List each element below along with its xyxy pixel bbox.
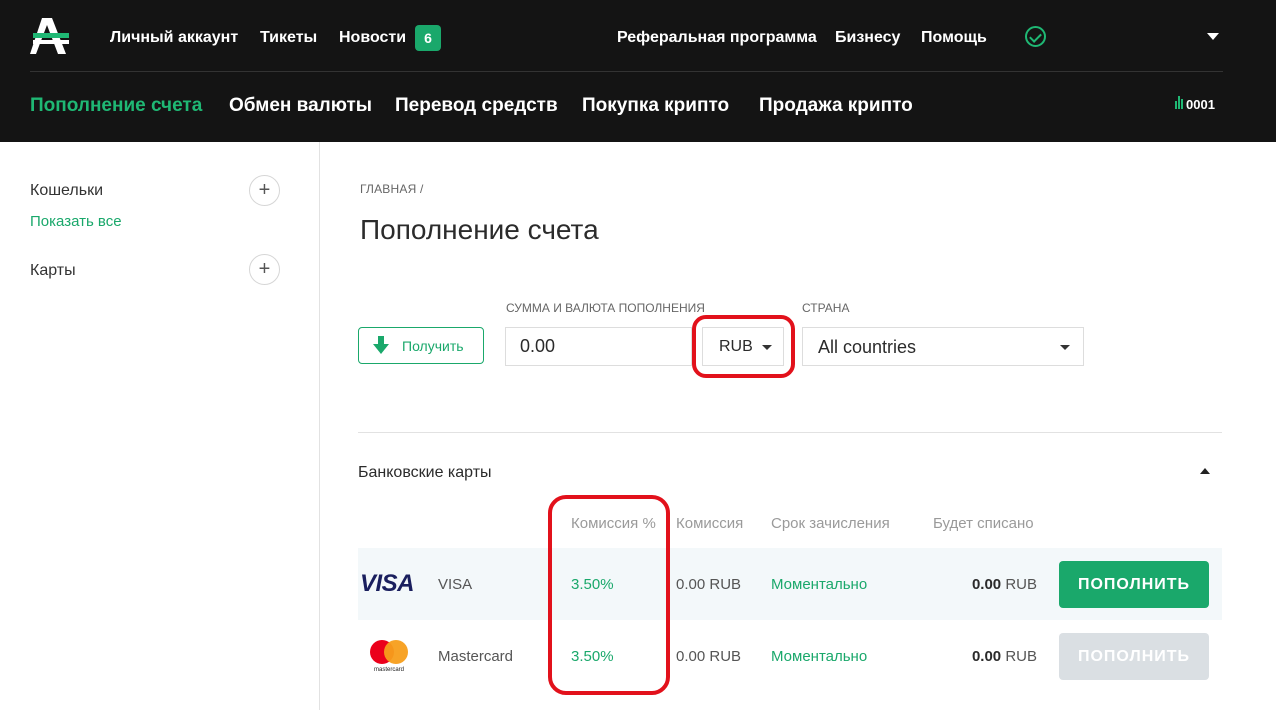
page-title: Пополнение счета	[360, 214, 599, 245]
fee-amount: 0.00 RUB	[676, 576, 742, 593]
nav-personal-account[interactable]: Личный аккаунт	[110, 29, 238, 47]
fee-amount: 0.00 RUB	[676, 648, 742, 665]
method-name: Mastercard	[438, 648, 514, 665]
table-row: mastercard Mastercard 3.50% 0.00 RUB Мом…	[358, 620, 1222, 693]
top-up-button[interactable]: ПОПОЛНИТЬ	[1059, 561, 1209, 608]
nav-business[interactable]: Бизнесу	[835, 29, 900, 47]
col-header-settlement-time: Срок зачисления	[771, 515, 890, 532]
settlement-time: Моментально	[771, 648, 868, 665]
debit-value: 0.00	[971, 576, 1002, 593]
col-header-fee: Комиссия	[676, 515, 744, 532]
mastercard-wordmark: mastercard	[374, 667, 404, 673]
debit-amount: 0.00 RUB	[972, 648, 1037, 665]
nav-help[interactable]: Помощь	[921, 29, 987, 47]
highlight-annotation-currency	[692, 315, 795, 378]
section-title-bank-cards: Банковские карты	[358, 464, 492, 481]
receive-button[interactable]: Получить	[358, 327, 484, 364]
nav-tickets[interactable]: Тикеты	[260, 29, 317, 47]
nav-referral[interactable]: Реферальная программа	[617, 29, 817, 47]
add-card-button[interactable]: +	[249, 254, 280, 285]
advcash-logo-icon[interactable]	[30, 18, 72, 54]
arrow-down-icon	[373, 336, 389, 354]
breadcrumb[interactable]: ГЛАВНАЯ /	[360, 182, 424, 196]
highlight-annotation-fee-percent	[548, 495, 670, 695]
debit-currency: RUB	[1005, 576, 1037, 593]
mastercard-logo: mastercard	[370, 640, 408, 673]
sidebar-wallets-label: Кошельки	[30, 182, 104, 199]
settlement-time: Моментально	[771, 576, 868, 593]
debit-currency: RUB	[1005, 648, 1037, 665]
sidebar-cards-label: Карты	[30, 262, 76, 279]
chevron-down-icon	[1060, 345, 1070, 350]
top-up-button-disabled[interactable]: ПОПОЛНИТЬ	[1059, 633, 1209, 680]
country-label: СТРАНА	[802, 301, 850, 315]
method-name: VISA	[438, 576, 473, 593]
user-menu-chevron-down-icon[interactable]	[1207, 33, 1219, 40]
verified-check-icon	[1025, 26, 1046, 47]
tab-top-up[interactable]: Пополнение счета	[30, 95, 202, 117]
header-divider	[30, 71, 1223, 72]
nav-news[interactable]: Новости	[339, 29, 406, 47]
show-all-wallets-link[interactable]: Показать все	[30, 213, 122, 230]
debit-amount: 0.00 RUB	[972, 576, 1037, 593]
account-indicator[interactable]: 0001	[1175, 96, 1215, 112]
news-count-badge: 6	[415, 25, 441, 51]
country-value: All countries	[818, 337, 917, 357]
tab-exchange[interactable]: Обмен валюты	[229, 95, 372, 117]
add-wallet-button[interactable]: +	[249, 175, 280, 206]
account-number: 0001	[1186, 97, 1215, 112]
debit-value: 0.00	[971, 648, 1002, 665]
sidebar-divider	[319, 142, 320, 710]
col-header-debit-amount: Будет списано	[933, 515, 1034, 532]
tab-sell-crypto[interactable]: Продажа крипто	[759, 95, 913, 117]
amount-input[interactable]	[505, 327, 692, 366]
top-header: Личный аккаунт Тикеты Новости Реферальна…	[0, 0, 1276, 142]
visa-logo: VISA	[360, 570, 415, 597]
country-select[interactable]: All countries	[802, 327, 1084, 366]
tab-buy-crypto[interactable]: Покупка крипто	[582, 95, 729, 117]
table-row: VISA VISA 3.50% 0.00 RUB Моментально 0.0…	[358, 548, 1222, 621]
tab-transfer[interactable]: Перевод средств	[395, 95, 558, 117]
amount-label: СУММА И ВАЛЮТА ПОПОЛНЕНИЯ	[506, 301, 705, 315]
collapse-chevron-up-icon[interactable]	[1200, 468, 1210, 474]
receive-button-label: Получить	[402, 338, 464, 354]
bar-chart-icon	[1175, 96, 1184, 112]
section-divider	[358, 432, 1222, 433]
